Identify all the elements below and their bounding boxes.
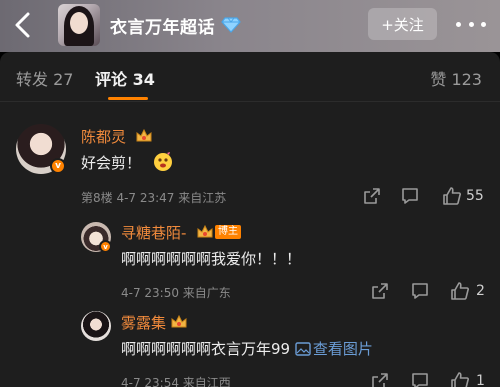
reply-meta: 4-7 23:54 来自江西 xyxy=(121,376,231,387)
like-icon[interactable] xyxy=(442,186,462,206)
verified-badge: v xyxy=(50,158,66,174)
diamond-icon xyxy=(221,17,241,33)
topic-avatar[interactable] xyxy=(58,4,100,46)
commenter-name[interactable]: 陈都灵 xyxy=(81,126,126,147)
comment-meta: 第8楼 4-7 23:47 来自江苏 xyxy=(81,191,227,205)
reply-meta: 4-7 23:50 来自广东 xyxy=(121,286,231,300)
verified-badge: v xyxy=(99,240,112,253)
like-count: 1 xyxy=(476,373,485,387)
comment-icon[interactable] xyxy=(410,371,430,387)
comment-icon[interactable] xyxy=(410,281,430,301)
follow-button[interactable]: +关注 xyxy=(368,8,437,40)
commenter-name[interactable]: 寻糖巷陌- xyxy=(121,222,186,243)
share-icon[interactable] xyxy=(362,186,382,206)
commenter-name[interactable]: 雾露集 xyxy=(121,312,166,333)
topic-title[interactable]: 衣言万年超话 xyxy=(110,13,215,38)
tab-bar: 转发 27 评论 34 赞 123 xyxy=(0,52,500,102)
back-icon[interactable] xyxy=(9,10,37,40)
share-icon[interactable] xyxy=(370,371,390,387)
tab-repost[interactable]: 转发 27 xyxy=(16,66,73,90)
like-count: 55 xyxy=(466,188,484,204)
author-badge: 博主 xyxy=(215,225,241,239)
like-count: 2 xyxy=(476,283,485,299)
topic-header: 衣言万年超话 +关注 xyxy=(0,0,500,52)
like-icon[interactable] xyxy=(450,281,470,301)
view-picture-label: 查看图片 xyxy=(312,340,373,358)
emoji-icon xyxy=(154,152,172,171)
comment-text: 好会剪！ xyxy=(81,154,142,172)
tab-likes[interactable]: 赞 123 xyxy=(430,66,482,90)
more-icon[interactable] xyxy=(456,14,486,34)
avatar[interactable] xyxy=(81,311,111,341)
active-tab-indicator xyxy=(108,97,148,100)
reply-text: 啊啊啊啊啊啊我爱你！！！ xyxy=(121,250,302,268)
crown-icon xyxy=(197,224,213,238)
share-icon[interactable] xyxy=(370,281,390,301)
view-picture-link[interactable]: 查看图片 xyxy=(295,340,373,358)
comment-icon[interactable] xyxy=(400,186,420,206)
comments-panel: 转发 27 评论 34 赞 123 v 陈都灵 好会剪！ 第8楼 4-7 23:… xyxy=(0,52,500,387)
reply-text-body: 啊啊啊啊啊啊衣言万年99 xyxy=(121,340,291,358)
reply-text: 啊啊啊啊啊啊衣言万年99 查看图片 xyxy=(121,338,373,359)
crown-icon xyxy=(171,314,187,328)
tab-comments[interactable]: 评论 34 xyxy=(95,66,155,90)
picture-icon xyxy=(295,342,311,356)
crown-icon xyxy=(136,128,152,142)
like-icon[interactable] xyxy=(450,371,470,387)
